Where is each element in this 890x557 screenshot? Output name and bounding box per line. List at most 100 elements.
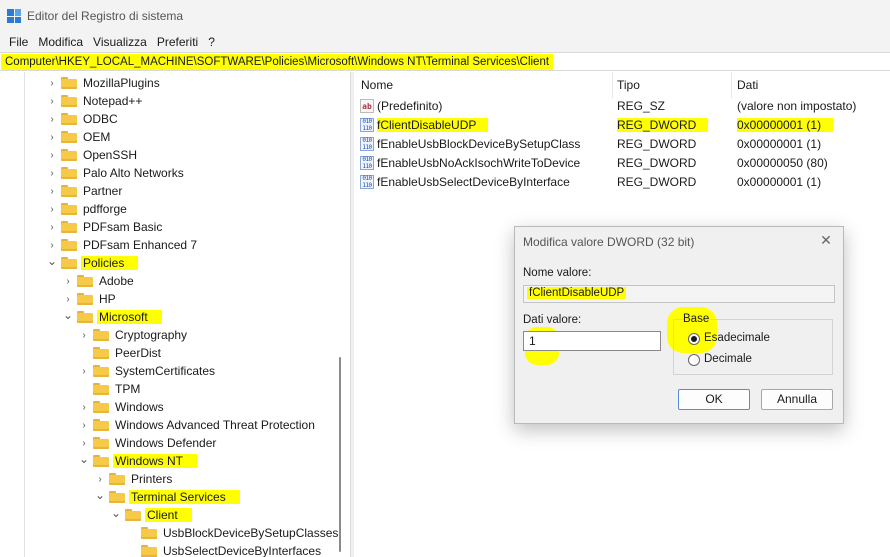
radio-decimal[interactable] xyxy=(688,354,700,366)
tree-item[interactable]: › Windows Defender xyxy=(78,434,218,452)
chevron-down-icon[interactable]: ⌄ xyxy=(62,306,74,324)
chevron-right-icon[interactable]: › xyxy=(46,164,58,182)
chevron-right-icon[interactable]: › xyxy=(78,362,90,380)
menu-help[interactable]: ? xyxy=(203,35,220,49)
value-data-input[interactable]: 1 xyxy=(523,331,661,351)
chevron-down-icon[interactable]: ⌄ xyxy=(110,504,122,522)
tree-scrollbar-thumb[interactable] xyxy=(339,357,341,552)
chevron-down-icon[interactable]: ⌄ xyxy=(78,450,90,468)
chevron-down-icon[interactable]: ⌄ xyxy=(46,252,58,270)
tree-item-label[interactable]: PDFsam Basic xyxy=(81,220,164,234)
tree-item[interactable]: › OpenSSH xyxy=(46,146,139,164)
chevron-right-icon[interactable]: › xyxy=(46,200,58,218)
tree-item-label[interactable]: HP xyxy=(97,292,118,306)
tree-item[interactable]: UsbSelectDeviceByInterfaces xyxy=(126,542,323,557)
registry-tree[interactable]: › MozillaPlugins › Notepad++ › ODBC › OEM › OpenS… xyxy=(0,72,350,557)
tree-item-label[interactable]: Cryptography xyxy=(113,328,189,342)
tree-item-label[interactable]: Partner xyxy=(81,184,124,198)
menu-file[interactable]: File xyxy=(4,35,33,49)
value-row[interactable]: 010 110 fEnableUsbSelectDeviceByInterface… xyxy=(354,173,890,192)
tree-item-label[interactable]: PDFsam Enhanced 7 xyxy=(81,238,199,252)
tree-item[interactable]: › pdfforge xyxy=(46,200,129,218)
chevron-right-icon[interactable]: › xyxy=(78,326,90,344)
address-path[interactable]: Computer\HKEY_LOCAL_MACHINE\SOFTWARE\Pol… xyxy=(1,54,554,70)
tree-item-label[interactable]: Windows Advanced Threat Protection xyxy=(113,418,317,432)
tree-item[interactable]: › MozillaPlugins xyxy=(46,74,162,92)
address-bar[interactable]: Computer\HKEY_LOCAL_MACHINE\SOFTWARE\Pol… xyxy=(0,52,890,71)
tree-item[interactable]: ⌄ Client xyxy=(110,506,192,524)
radio-hexadecimal[interactable] xyxy=(688,333,700,345)
value-row[interactable]: 010 110 fEnableUsbBlockDeviceBySetupClass… xyxy=(354,135,890,154)
tree-item[interactable]: › SystemCertificates xyxy=(78,362,217,380)
tree-item-label[interactable]: Windows xyxy=(113,400,166,414)
chevron-down-icon[interactable]: ⌄ xyxy=(94,486,106,504)
tree-item-label[interactable]: Printers xyxy=(129,472,174,486)
tree-item[interactable]: › Printers xyxy=(94,470,174,488)
tree-item[interactable]: › Notepad++ xyxy=(46,92,144,110)
tree-item[interactable]: › PDFsam Basic xyxy=(46,218,164,236)
column-header-tipo[interactable]: Tipo xyxy=(617,78,640,92)
menu-modifica[interactable]: Modifica xyxy=(33,35,88,49)
radio-hexadecimal-label[interactable]: Esadecimale xyxy=(704,332,770,344)
tree-item-label[interactable]: PeerDist xyxy=(113,346,163,360)
chevron-right-icon[interactable]: › xyxy=(46,128,58,146)
tree-item[interactable]: › Partner xyxy=(46,182,124,200)
column-separator[interactable] xyxy=(731,72,732,98)
menu-preferiti[interactable]: Preferiti xyxy=(152,35,203,49)
tree-item[interactable]: ⌄ Microsoft xyxy=(62,308,162,326)
tree-item[interactable]: ⌄ Policies xyxy=(46,252,139,272)
tree-scrollbar[interactable] xyxy=(338,72,342,557)
tree-item-label[interactable]: TPM xyxy=(113,382,142,396)
tree-item-label[interactable]: pdfforge xyxy=(81,202,129,216)
tree-item[interactable]: › Windows Advanced Threat Protection xyxy=(78,416,317,434)
chevron-right-icon[interactable]: › xyxy=(46,92,58,110)
value-row[interactable]: ab (Predefinito) REG_SZ (valore non imposta… xyxy=(354,97,890,116)
chevron-right-icon[interactable]: › xyxy=(46,74,58,92)
tree-item-label[interactable]: Notepad++ xyxy=(81,94,144,108)
tree-item[interactable]: PeerDist xyxy=(78,344,163,362)
tree-item-label[interactable]: Adobe xyxy=(97,274,136,288)
radio-decimal-label[interactable]: Decimale xyxy=(704,353,752,365)
chevron-right-icon[interactable]: › xyxy=(46,182,58,200)
tree-item[interactable]: › OEM xyxy=(46,128,112,146)
column-separator[interactable] xyxy=(612,72,613,98)
tree-item[interactable]: ⌄ Windows NT xyxy=(78,450,198,470)
tree-item[interactable]: › Windows xyxy=(78,398,166,416)
tree-item[interactable]: › ODBC xyxy=(46,110,120,128)
tree-item[interactable]: › Cryptography xyxy=(78,326,189,344)
tree-item-label[interactable]: Palo Alto Networks xyxy=(81,166,186,180)
chevron-right-icon[interactable]: › xyxy=(62,272,74,290)
value-row[interactable]: 010 110 fEnableUsbNoAckIsochWriteToDevice… xyxy=(354,154,890,173)
tree-item[interactable]: TPM xyxy=(78,380,142,398)
tree-item-label[interactable]: Client xyxy=(145,508,192,522)
tree-item[interactable]: › Adobe xyxy=(62,272,136,290)
tree-item-label[interactable]: Microsoft xyxy=(97,310,162,324)
chevron-right-icon[interactable]: › xyxy=(78,398,90,416)
column-header-nome[interactable]: Nome xyxy=(361,78,393,92)
tree-item-label[interactable]: Terminal Services xyxy=(129,490,240,504)
close-icon[interactable]: ✕ xyxy=(817,231,835,249)
tree-item-label[interactable]: Windows Defender xyxy=(113,436,218,450)
ok-button[interactable]: OK xyxy=(678,389,750,410)
tree-item-label[interactable]: OEM xyxy=(81,130,112,144)
tree-item-label[interactable]: SystemCertificates xyxy=(113,364,217,378)
tree-item-label[interactable]: UsbSelectDeviceByInterfaces xyxy=(161,544,323,557)
chevron-right-icon[interactable]: › xyxy=(46,146,58,164)
tree-item[interactable]: › Palo Alto Networks xyxy=(46,164,186,182)
menu-visualizza[interactable]: Visualizza xyxy=(88,35,152,49)
tree-item-label[interactable]: ODBC xyxy=(81,112,120,126)
chevron-right-icon[interactable]: › xyxy=(78,416,90,434)
tree-item-label[interactable]: Windows NT xyxy=(113,454,198,468)
tree-item-label[interactable]: OpenSSH xyxy=(81,148,139,162)
chevron-right-icon[interactable]: › xyxy=(46,110,58,128)
tree-item[interactable]: UsbBlockDeviceBySetupClasses xyxy=(126,524,340,542)
value-row[interactable]: 010 110 fClientDisableUDP REG_DWORD 0x00000… xyxy=(354,116,890,135)
tree-item-label[interactable]: Policies xyxy=(81,256,139,270)
column-header-dati[interactable]: Dati xyxy=(737,78,758,92)
tree-item[interactable]: › PDFsam Enhanced 7 xyxy=(46,236,199,254)
folder-icon xyxy=(93,347,109,359)
chevron-right-icon[interactable]: › xyxy=(46,218,58,236)
tree-item-label[interactable]: UsbBlockDeviceBySetupClasses xyxy=(161,526,340,540)
tree-item-label[interactable]: MozillaPlugins xyxy=(81,76,162,90)
cancel-button[interactable]: Annulla xyxy=(761,389,833,410)
